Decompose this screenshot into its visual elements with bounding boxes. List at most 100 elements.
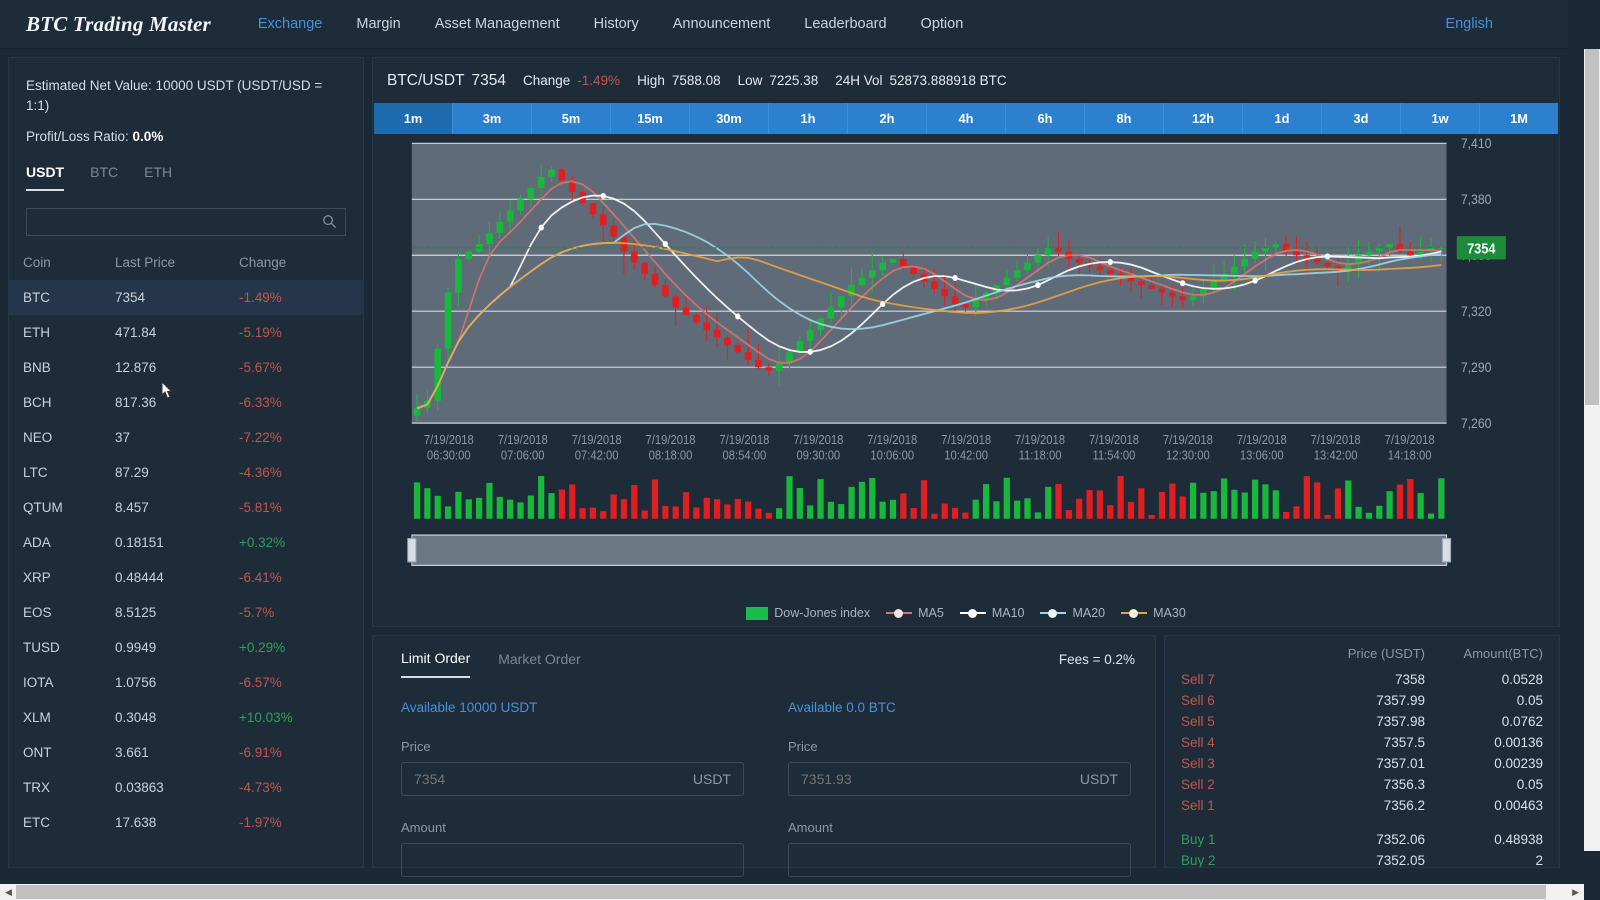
- candle-body: [1076, 259, 1083, 263]
- scroll-right-arrow-icon[interactable]: ▶: [1572, 887, 1579, 898]
- order-book-sell-row[interactable]: Sell 67357.990.05: [1181, 690, 1543, 711]
- coin-row-xrp[interactable]: XRP0.48444-6.41%: [9, 560, 363, 595]
- timeframe-8h[interactable]: 8h: [1085, 103, 1164, 134]
- order-label: Sell 4: [1181, 735, 1269, 750]
- nav-item-option[interactable]: Option: [904, 16, 981, 32]
- sell-price-input-wrapper[interactable]: USDT: [788, 762, 1131, 796]
- vertical-scrollbar-thumb[interactable]: [1585, 49, 1599, 405]
- candle-body: [1210, 281, 1217, 288]
- candle-body: [766, 367, 773, 371]
- coin-row-eos[interactable]: EOS8.5125-5.7%: [9, 595, 363, 630]
- coin-row-qtum[interactable]: QTUM8.457-5.81%: [9, 490, 363, 525]
- language-selector[interactable]: English: [1428, 16, 1510, 32]
- nav-item-asset-management[interactable]: Asset Management: [418, 16, 577, 32]
- vertical-scrollbar[interactable]: [1584, 49, 1600, 851]
- volume-bar: [797, 488, 803, 519]
- coin-row-tusd[interactable]: TUSD0.9949+0.29%: [9, 630, 363, 665]
- legend-label-ma30: MA30: [1153, 606, 1186, 620]
- order-book-sell-row[interactable]: Sell 27356.30.05: [1181, 774, 1543, 795]
- candle-body: [434, 349, 441, 401]
- chart-canvas[interactable]: 7,4107,3807,3507,3207,2907,26073547/19/2…: [373, 134, 1559, 626]
- coin-row-bch[interactable]: BCH817.36-6.33%: [9, 385, 363, 420]
- legend-item-ma5[interactable]: MA5: [886, 606, 944, 620]
- legend-item-ma20[interactable]: MA20: [1040, 606, 1105, 620]
- timeframe-30m[interactable]: 30m: [690, 103, 769, 134]
- order-book-sell-row[interactable]: Sell 37357.010.00239: [1181, 753, 1543, 774]
- timeframe-1d[interactable]: 1d: [1243, 103, 1322, 134]
- coin-row-ada[interactable]: ADA0.18151+0.32%: [9, 525, 363, 560]
- horizontal-scrollbar[interactable]: ◀ ▶: [0, 884, 1584, 900]
- legend-item-ma30[interactable]: MA30: [1121, 606, 1186, 620]
- coin-row-xlm[interactable]: XLM0.3048+10.03%: [9, 700, 363, 735]
- nav-item-exchange[interactable]: Exchange: [241, 16, 340, 32]
- tab-limit-order[interactable]: Limit Order: [401, 650, 470, 678]
- buy-amount-label: Amount: [401, 820, 744, 835]
- tab-btc[interactable]: BTC: [90, 164, 118, 191]
- volume-bar: [1169, 484, 1175, 519]
- order-book-sell-row[interactable]: Sell 17356.20.00463: [1181, 795, 1543, 816]
- coin-symbol: LTC: [23, 465, 115, 480]
- order-book-sell-row[interactable]: Sell 773580.0528: [1181, 669, 1543, 690]
- coin-row-eth[interactable]: ETH471.84-5.19%: [9, 315, 363, 350]
- order-book-sell-row[interactable]: Sell 47357.50.00136: [1181, 732, 1543, 753]
- sell-amount-input-wrapper[interactable]: [788, 843, 1131, 877]
- coin-row-btc[interactable]: BTC7354-1.49%: [9, 280, 363, 315]
- candle-body: [1014, 270, 1021, 277]
- timeframe-1m[interactable]: 1m: [374, 103, 453, 134]
- tab-market-order[interactable]: Market Order: [498, 651, 580, 677]
- buy-price-input-wrapper[interactable]: USDT: [401, 762, 744, 796]
- volume-bar: [1407, 479, 1413, 519]
- nav-item-history[interactable]: History: [577, 16, 656, 32]
- tab-eth[interactable]: ETH: [144, 164, 172, 191]
- order-book-buy-row[interactable]: Buy 17352.060.48938: [1181, 829, 1543, 850]
- coin-last-price: 0.18151: [115, 535, 239, 550]
- timeframe-4h[interactable]: 4h: [927, 103, 1006, 134]
- coin-row-iota[interactable]: IOTA1.0756-6.57%: [9, 665, 363, 700]
- volume-bar: [1345, 480, 1351, 518]
- timeframe-1h[interactable]: 1h: [769, 103, 848, 134]
- nav-item-announcement[interactable]: Announcement: [656, 16, 788, 32]
- buy-price-input[interactable]: [414, 771, 693, 787]
- volume-bar: [1304, 476, 1310, 519]
- scroll-left-arrow-icon[interactable]: ◀: [5, 887, 12, 898]
- candlestick-chart-area[interactable]: 7,4107,3807,3507,3207,2907,26073547/19/2…: [373, 134, 1559, 626]
- coin-row-ltc[interactable]: LTC87.29-4.36%: [9, 455, 363, 490]
- timeframe-1M[interactable]: 1M: [1480, 103, 1558, 134]
- legend-item-dow-jones[interactable]: Dow-Jones index: [746, 606, 870, 620]
- coin-row-neo[interactable]: NEO37-7.22%: [9, 420, 363, 455]
- timeframe-1w[interactable]: 1w: [1401, 103, 1480, 134]
- order-book-sell-row[interactable]: Sell 57357.980.0762: [1181, 711, 1543, 732]
- timeframe-15m[interactable]: 15m: [611, 103, 690, 134]
- order-book-spread-gap: [1181, 816, 1543, 829]
- buy-amount-input[interactable]: [414, 852, 731, 868]
- timeframe-5m[interactable]: 5m: [532, 103, 611, 134]
- coin-row-ont[interactable]: ONT3.661-6.91%: [9, 735, 363, 770]
- coin-row-trx[interactable]: TRX0.03863-4.73%: [9, 770, 363, 805]
- buy-amount-input-wrapper[interactable]: [401, 843, 744, 877]
- sell-price-input[interactable]: [801, 771, 1080, 787]
- coin-row-bnb[interactable]: BNB12.876-5.67%: [9, 350, 363, 385]
- timeframe-2h[interactable]: 2h: [848, 103, 927, 134]
- timeframe-3m[interactable]: 3m: [453, 103, 532, 134]
- coin-search-box[interactable]: [26, 208, 346, 236]
- candle-body: [1293, 252, 1300, 256]
- order-book-buy-row[interactable]: Buy 27352.052: [1181, 850, 1543, 868]
- x-axis-tick-date: 7/19/2018: [1089, 432, 1139, 447]
- sell-amount-input[interactable]: [801, 852, 1118, 868]
- search-input[interactable]: [27, 214, 345, 229]
- timeframe-6h[interactable]: 6h: [1006, 103, 1085, 134]
- timeframe-12h[interactable]: 12h: [1164, 103, 1243, 134]
- horizontal-scrollbar-thumb[interactable]: [16, 885, 1546, 899]
- nav-item-margin[interactable]: Margin: [339, 16, 417, 32]
- legend-item-ma10[interactable]: MA10: [960, 606, 1025, 620]
- chart-range-slider-left-handle[interactable]: [408, 539, 416, 562]
- coin-row-etc[interactable]: ETC17.638-1.97%: [9, 805, 363, 840]
- order-label: Sell 7: [1181, 672, 1269, 687]
- candle-body: [1314, 259, 1321, 263]
- tab-usdt[interactable]: USDT: [26, 164, 64, 191]
- chart-range-slider-right-handle[interactable]: [1442, 539, 1450, 562]
- chart-range-slider-track[interactable]: [412, 535, 1447, 565]
- timeframe-3d[interactable]: 3d: [1322, 103, 1401, 134]
- nav-item-leaderboard[interactable]: Leaderboard: [787, 16, 903, 32]
- app-logo-title: BTC Trading Master: [26, 12, 211, 37]
